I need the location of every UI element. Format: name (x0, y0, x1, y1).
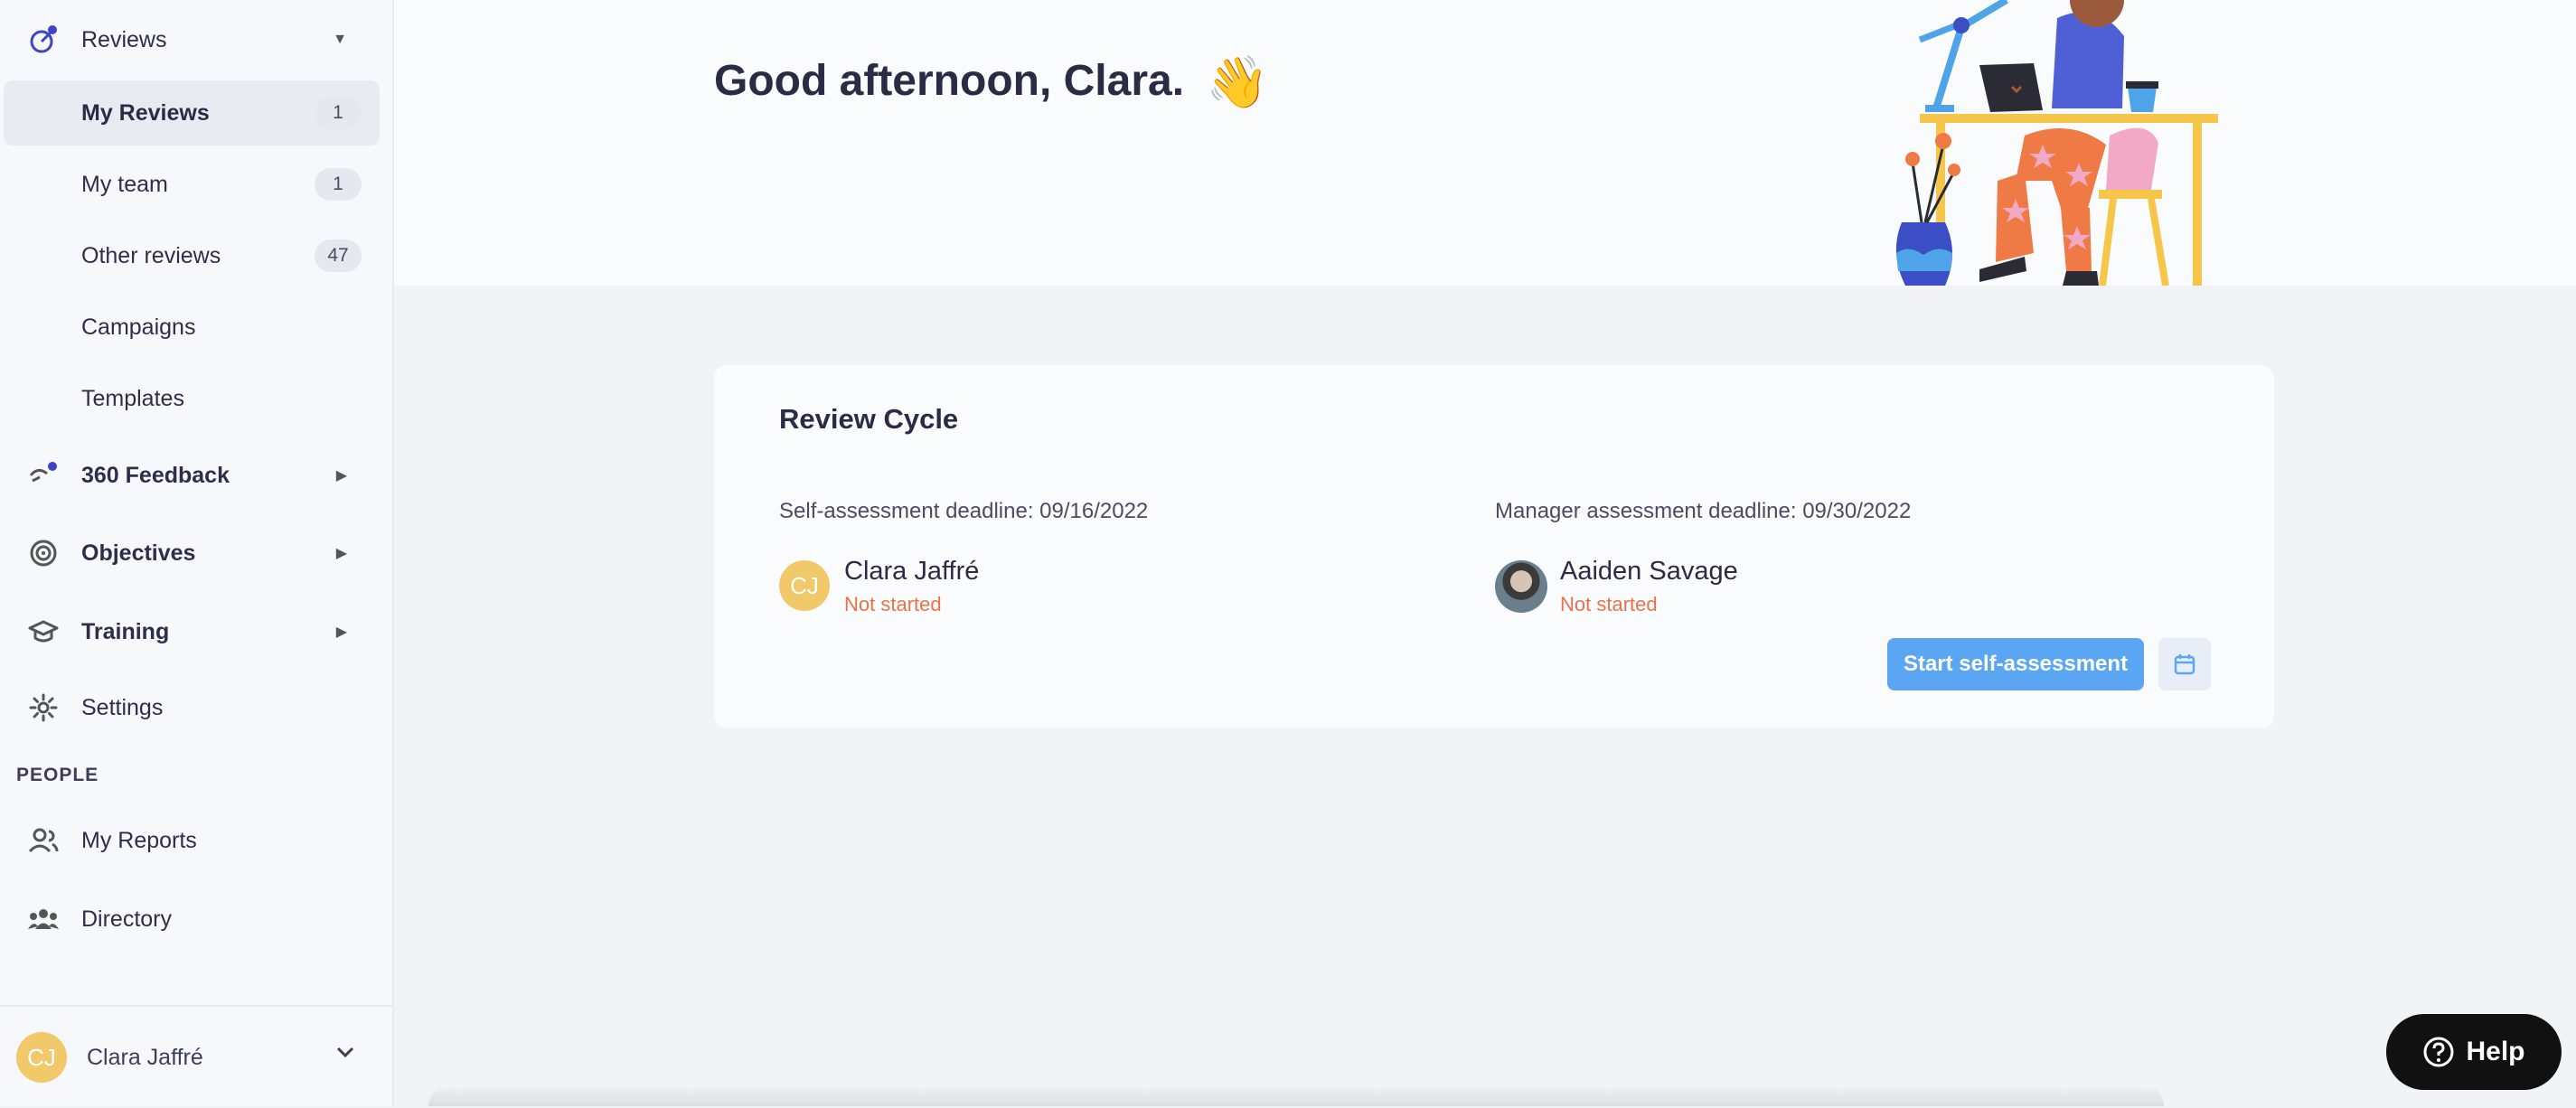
sidebar-item-campaigns[interactable]: Campaigns (4, 295, 380, 360)
avatar: CJ (779, 560, 830, 611)
nav-training[interactable]: Training ▶ (0, 599, 392, 664)
nav-360-feedback-label: 360 Feedback (81, 462, 230, 488)
nav-my-reports-label: My Reports (81, 827, 197, 853)
avatar (1495, 560, 1547, 613)
nav-my-reports[interactable]: My Reports (0, 808, 392, 873)
nav-directory-label: Directory (81, 906, 173, 932)
sidebar-item-label: My team (81, 171, 168, 197)
sidebar-item-templates[interactable]: Templates (4, 366, 380, 431)
status-label: Not started (1560, 593, 1658, 615)
nav-objectives[interactable]: Objectives ▶ (0, 521, 392, 586)
reviewee-name: Clara Jaffré (844, 557, 980, 586)
sidebar-item-my-reviews[interactable]: My Reviews 1 (4, 80, 380, 146)
sidebar-item-other-reviews[interactable]: Other reviews 47 (4, 223, 380, 288)
nav-settings-label: Settings (81, 694, 164, 720)
count-badge: 1 (315, 97, 362, 129)
count-badge: 1 (315, 168, 362, 201)
sidebar-item-label: Campaigns (81, 314, 196, 340)
person-at-desk-illustration (1895, 0, 2218, 286)
help-label: Help (2466, 1037, 2525, 1066)
count-badge: 47 (315, 239, 362, 272)
greeting-header: Good afternoon, Clara. 👋 (394, 0, 2576, 286)
caret-right-icon: ▶ (335, 546, 347, 561)
nav-training-label: Training (81, 618, 170, 644)
card-title: Review Cycle (779, 403, 959, 435)
chevron-down-icon (334, 1041, 356, 1067)
graduation-cap-icon (25, 614, 61, 650)
user-menu[interactable]: CJ Clara Jaffré (0, 1005, 392, 1108)
caret-right-icon: ▶ (335, 468, 347, 484)
bottom-panel-edge (428, 1085, 2164, 1106)
nav-reviews-label: Reviews (81, 26, 167, 52)
status-label: Not started (844, 593, 942, 615)
nav-settings[interactable]: Settings (0, 675, 392, 740)
sidebar: Reviews ▼ My Reviews 1 My team 1 Other r… (0, 0, 394, 1106)
nav-objectives-label: Objectives (81, 540, 196, 566)
reviewer-name: Aaiden Savage (1560, 557, 1738, 586)
nav-360-feedback[interactable]: 360 Feedback ▶ (0, 443, 392, 508)
sidebar-item-label: Templates (81, 385, 184, 411)
user-name: Clara Jaffré (87, 1045, 203, 1070)
caret-right-icon: ▶ (335, 624, 347, 640)
manager-assessment-deadline: Manager assessment deadline: 09/30/2022 (1495, 499, 1912, 523)
gear-icon (25, 690, 61, 726)
target-icon (25, 535, 61, 571)
self-assessment-deadline: Self-assessment deadline: 09/16/2022 (779, 499, 1149, 523)
users-icon (25, 822, 61, 859)
sidebar-item-label: My Reviews (81, 99, 210, 126)
question-circle-icon (2423, 1037, 2454, 1067)
waving-hand-emoji: 👋 (1206, 53, 1269, 110)
page-title: Good afternoon, Clara. (714, 57, 1185, 105)
calendar-icon (2174, 654, 2195, 675)
reviews-icon (25, 22, 61, 58)
start-self-assessment-button[interactable]: Start self-assessment (1887, 638, 2144, 690)
review-cycle-card: Review Cycle Self-assessment deadline: 0… (714, 365, 2274, 728)
feedback-icon (25, 457, 61, 493)
people-section-label: PEOPLE (16, 765, 99, 785)
nav-directory[interactable]: Directory (0, 887, 392, 952)
caret-down-icon: ▼ (333, 32, 347, 47)
sidebar-item-my-team[interactable]: My team 1 (4, 152, 380, 217)
nav-reviews[interactable]: Reviews ▼ (0, 7, 392, 72)
avatar: CJ (16, 1032, 67, 1083)
group-icon (25, 901, 61, 937)
calendar-button[interactable] (2158, 638, 2211, 690)
sidebar-item-label: Other reviews (81, 242, 221, 268)
help-button[interactable]: Help (2386, 1014, 2562, 1090)
